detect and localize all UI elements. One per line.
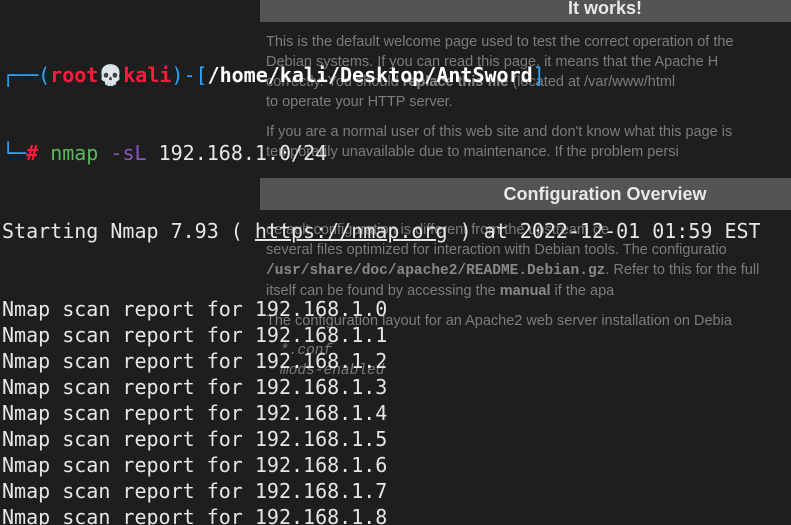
nmap-scan-line: Nmap scan report for 192.168.1.0 xyxy=(0,296,791,322)
prompt-line-1: ┌──(root💀kali)-[/home/kali/Desktop/AntSw… xyxy=(0,52,791,88)
command-flag: -sL xyxy=(110,141,146,165)
nmap-scan-line: Nmap scan report for 192.168.1.8 xyxy=(0,504,791,525)
prompt-user: root xyxy=(50,63,98,87)
paren-close: ) xyxy=(171,63,183,87)
prompt-cwd: /home/kali/Desktop/AntSword xyxy=(208,63,533,87)
bracket-open: [ xyxy=(196,63,208,87)
nmap-scan-line: Nmap scan report for 192.168.1.1 xyxy=(0,322,791,348)
nmap-scan-line: Nmap scan report for 192.168.1.5 xyxy=(0,426,791,452)
paren-open: ( xyxy=(38,63,50,87)
command-name: nmap xyxy=(50,141,98,165)
skull-icon: 💀 xyxy=(98,63,123,87)
terminal[interactable]: ┌──(root💀kali)-[/home/kali/Desktop/AntSw… xyxy=(0,0,791,525)
prompt-host: kali xyxy=(123,63,171,87)
box-drawing-top: ┌── xyxy=(2,63,38,87)
nmap-scan-line: Nmap scan report for 192.168.1.4 xyxy=(0,400,791,426)
box-drawing-bottom: └─ xyxy=(2,141,26,165)
prompt-hash: # xyxy=(26,141,38,165)
nmap-url[interactable]: https://nmap.org xyxy=(255,219,448,243)
bracket-close: ] xyxy=(533,63,545,87)
nmap-scan-line: Nmap scan report for 192.168.1.3 xyxy=(0,374,791,400)
nmap-scan-line: Nmap scan report for 192.168.1.2 xyxy=(0,348,791,374)
command-arg: 192.168.1.0/24 xyxy=(159,141,328,165)
nmap-start-line: Starting Nmap 7.93 ( https://nmap.org ) … xyxy=(0,218,791,244)
prompt-line-2: └─# nmap -sL 192.168.1.0/24 xyxy=(0,140,791,166)
prompt-dash: - xyxy=(183,63,195,87)
nmap-scan-line: Nmap scan report for 192.168.1.6 xyxy=(0,452,791,478)
nmap-scan-line: Nmap scan report for 192.168.1.7 xyxy=(0,478,791,504)
